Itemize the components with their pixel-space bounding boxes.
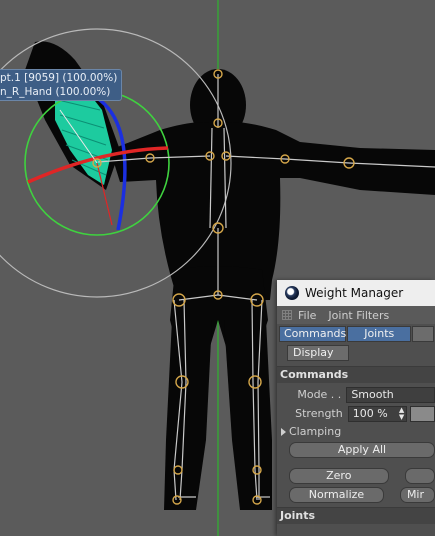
strength-value: 100 % — [352, 406, 388, 420]
apply-all-row: Apply All — [277, 440, 435, 459]
strength-slider[interactable] — [410, 405, 435, 422]
tooltip-line-point: pt.1 [9059] (100.00%) — [0, 72, 118, 84]
section-commands-header[interactable]: Commands — [277, 366, 435, 383]
panel-tabs-row2: Display — [285, 343, 435, 361]
section-joints-header[interactable]: Joints — [277, 507, 435, 524]
stepper-arrows-icon[interactable]: ▲ ▼ — [399, 406, 404, 421]
strength-row: Strength 100 % ▲ ▼ — [277, 404, 435, 423]
panel-menubar: File Joint Filters — [277, 306, 435, 324]
tooltip-line-joint: n_R_Hand (100.00%) — [0, 86, 111, 98]
mirror-button[interactable]: Mir — [399, 486, 435, 503]
menu-file[interactable]: File — [298, 309, 316, 322]
strength-field[interactable]: 100 % ▲ ▼ — [347, 405, 408, 422]
zero-button[interactable]: Zero — [289, 467, 389, 484]
tab-joints[interactable]: Joints — [347, 326, 412, 342]
menu-joint-filters[interactable]: Joint Filters — [328, 309, 389, 322]
tab-overflow[interactable] — [412, 326, 434, 342]
zero-row: Zero — [277, 466, 435, 485]
unnamed-button[interactable] — [404, 467, 435, 484]
mode-dropdown[interactable]: Smooth — [346, 386, 435, 403]
weight-manager-panel: Weight Manager File Joint Filters Comman… — [277, 280, 435, 536]
tab-display[interactable]: Display — [287, 345, 349, 361]
grip-icon[interactable] — [282, 310, 292, 320]
normalize-button[interactable]: Normalize — [289, 486, 384, 503]
strength-label: Strength — [295, 407, 343, 420]
clamping-group[interactable]: Clamping — [277, 423, 435, 440]
panel-tabs: Commands Joints — [277, 324, 435, 342]
mode-row: Mode . . Smooth — [277, 385, 435, 404]
normalize-row: Normalize Mir — [277, 485, 435, 504]
panel-titlebar[interactable]: Weight Manager — [277, 280, 435, 306]
apply-all-button[interactable]: Apply All — [289, 441, 435, 458]
cinema4d-logo-icon — [285, 286, 299, 300]
tab-commands[interactable]: Commands — [279, 326, 346, 342]
weight-tooltip: pt.1 [9059] (100.00%) n_R_Hand (100.00%) — [0, 69, 123, 101]
mode-label: Mode . . — [297, 388, 342, 401]
panel-title: Weight Manager — [305, 286, 404, 300]
